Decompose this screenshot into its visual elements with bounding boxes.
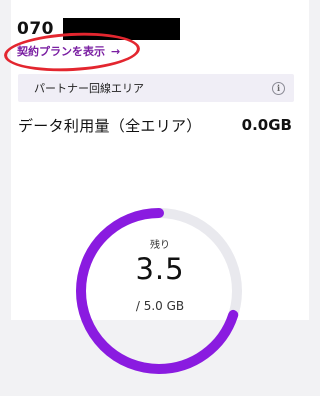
data-usage-row: データ利用量（全エリア） 0.0GB: [18, 112, 294, 138]
info-icon-glyph: i: [276, 83, 281, 93]
partner-network-label: パートナー回線エリア: [34, 82, 144, 95]
arrow-right-icon: →: [111, 44, 121, 58]
data-usage-value: 0.0GB: [241, 116, 292, 134]
phone-number-redaction: [63, 18, 180, 40]
partner-network-banner: パートナー回線エリア i: [18, 74, 294, 102]
total-capacity: / 5.0 GB: [135, 299, 185, 313]
data-usage-label: データ利用量（全エリア）: [18, 116, 202, 135]
phone-number: 070: [17, 19, 54, 39]
remaining-label: 残り: [150, 240, 170, 251]
view-plan-link-label: 契約プランを表示: [17, 45, 105, 58]
remaining-value: 3.5: [135, 252, 185, 286]
info-icon[interactable]: i: [272, 81, 285, 95]
view-plan-link[interactable]: 契約プランを表示 →: [17, 42, 120, 60]
phone-number-row: 070: [0, 16, 180, 42]
